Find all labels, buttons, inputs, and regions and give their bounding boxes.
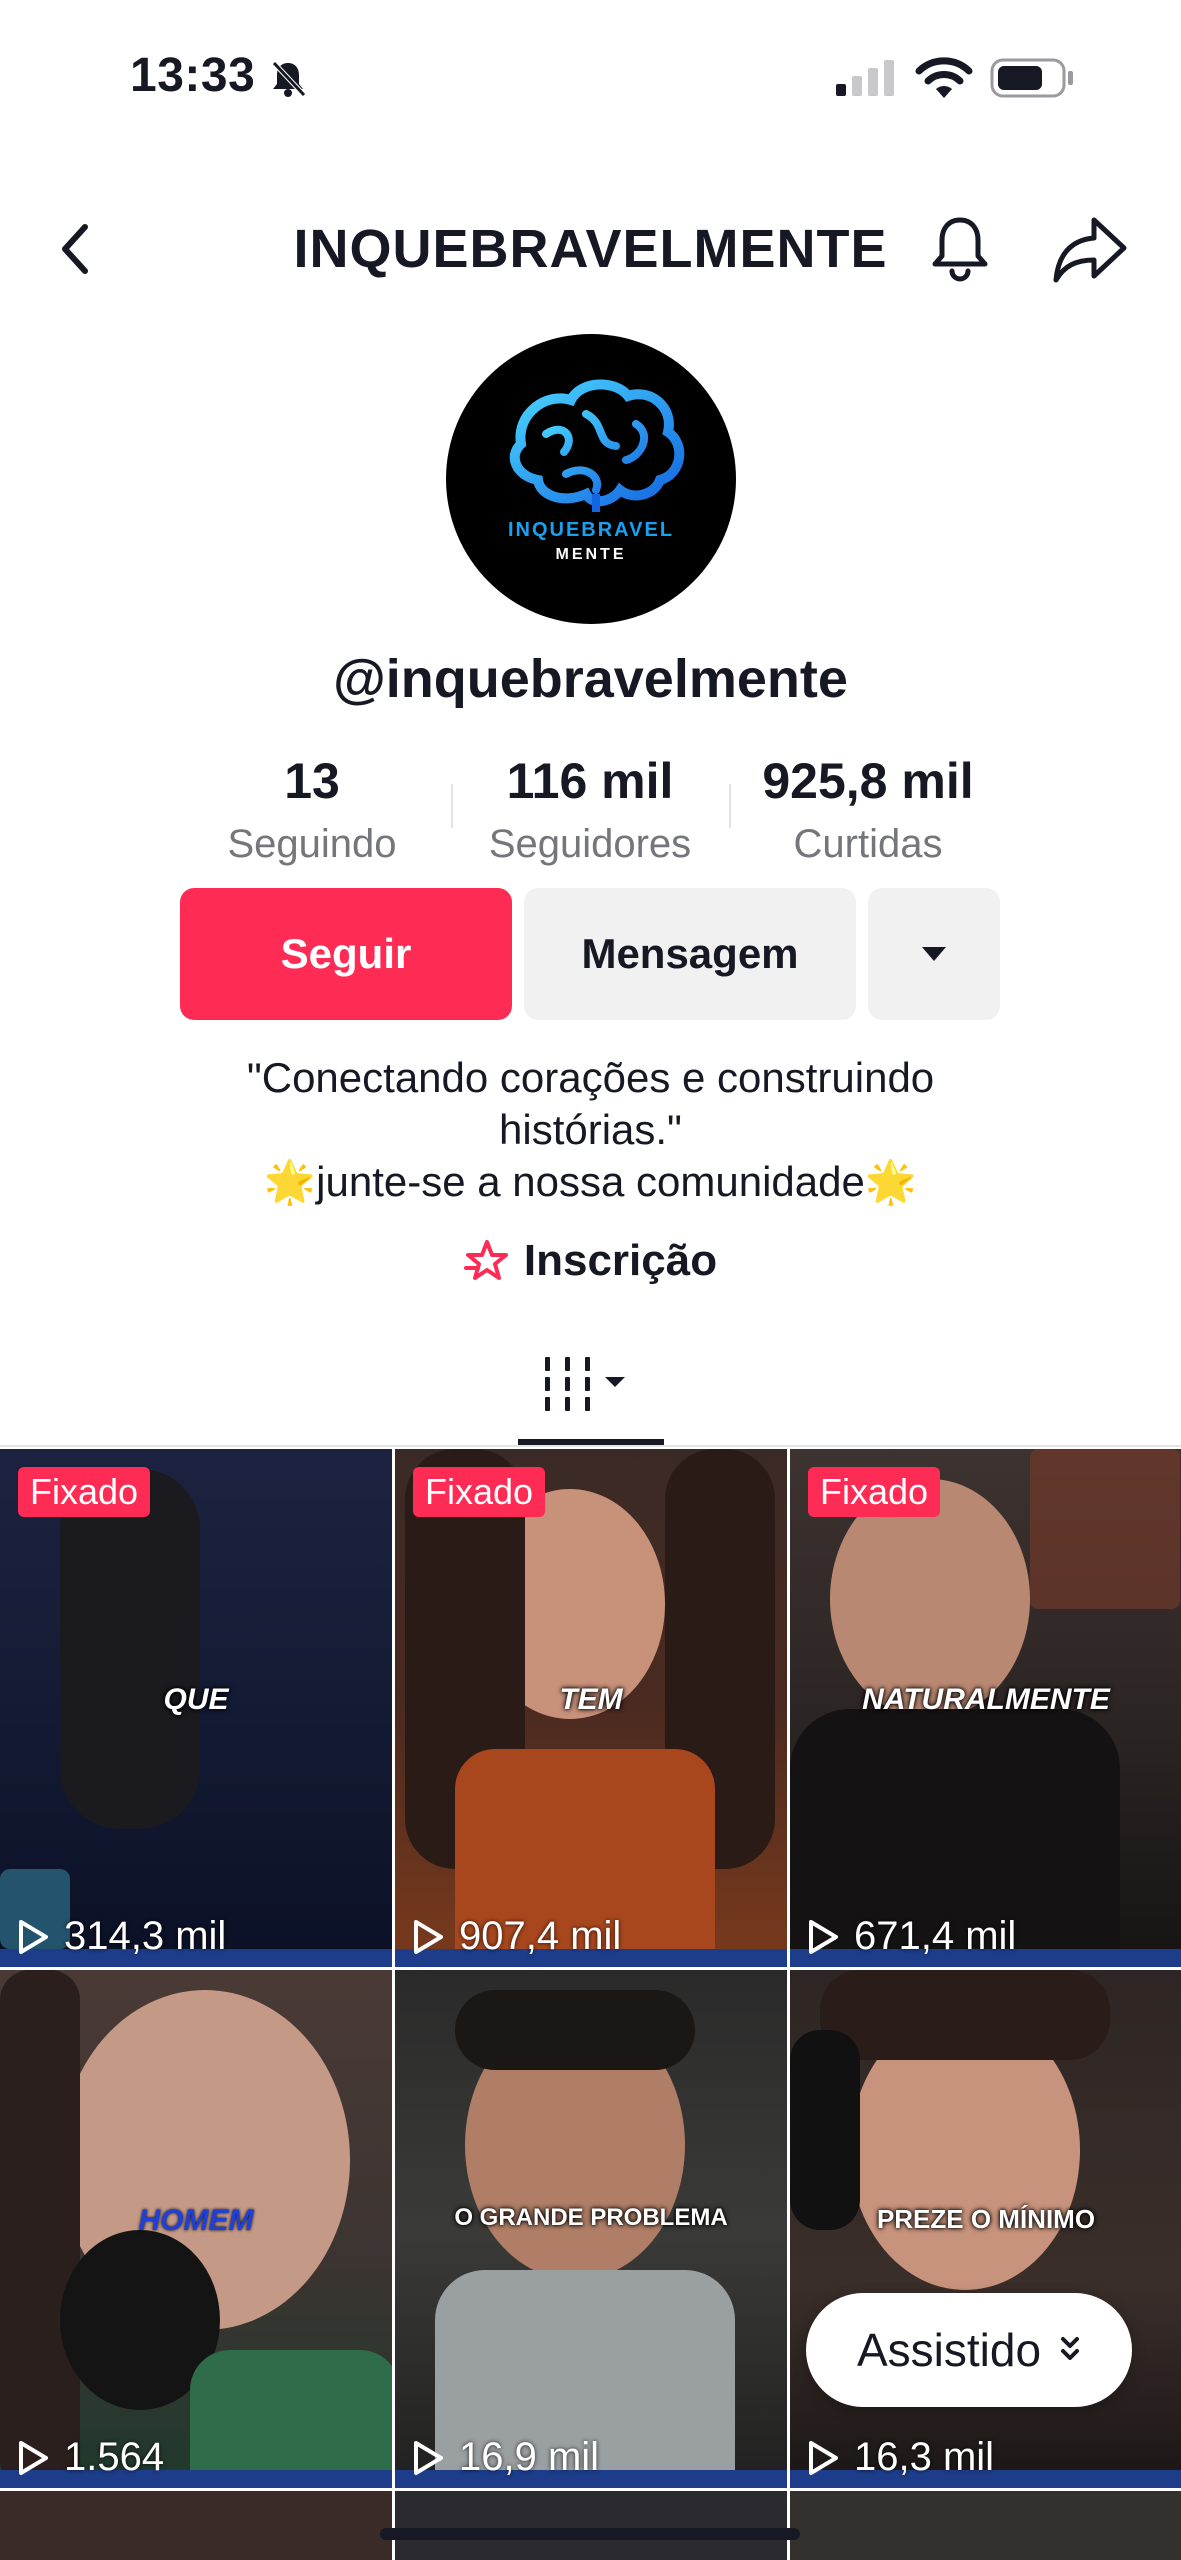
profile-stats: 13 Seguindo 116 mil Seguidores 925,8 mil…	[0, 752, 1181, 872]
stat-followers[interactable]: 116 mil Seguidores	[460, 752, 720, 867]
stat-following[interactable]: 13 Seguindo	[182, 752, 442, 867]
star-emoji: 🌟	[864, 1158, 918, 1205]
pinned-badge: Fixado	[808, 1467, 941, 1517]
username: @inquebravelmente	[333, 649, 848, 709]
bell-icon	[932, 217, 988, 282]
stat-followers-value: 116 mil	[506, 753, 674, 809]
view-count-value: 1.564	[64, 2435, 165, 2479]
subscription-star-icon	[463, 1240, 508, 1280]
video-caption: HOMEM	[138, 2204, 254, 2237]
video-thumbnail[interactable]	[0, 2491, 392, 2560]
wifi-icon	[914, 56, 974, 105]
view-count: 671,4 mil	[806, 1914, 1016, 1959]
message-button[interactable]: Mensagem	[524, 888, 856, 1020]
tab-videos-grid[interactable]	[518, 1355, 664, 1445]
video-thumbnail[interactable]: O GRANDE PROBLEMA 16,9 mil	[395, 1970, 787, 2488]
page-title: INQUEBRAVELMENTE	[293, 219, 888, 279]
suggested-accounts-button[interactable]	[868, 888, 1000, 1020]
thumbnail-hair	[820, 1970, 1110, 2060]
stat-likes[interactable]: 925,8 mil Curtidas	[738, 752, 998, 867]
stat-divider	[451, 784, 453, 828]
status-bar: 13:33	[0, 0, 1181, 160]
watched-label: Assistido	[856, 2324, 1042, 2376]
video-caption: PREZE O MÍNIMO	[876, 2204, 1096, 2234]
thumbnail-decor	[1030, 1449, 1180, 1609]
follow-button[interactable]: Seguir	[180, 888, 512, 1020]
view-count-value: 907,4 mil	[459, 1914, 622, 1958]
caret-down-icon	[922, 947, 946, 961]
video-caption: O GRANDE PROBLEMA	[454, 2204, 728, 2231]
notification-bell-button[interactable]	[920, 208, 1000, 293]
play-icon	[414, 2440, 443, 2475]
subscription-link[interactable]: Inscrição	[0, 1236, 1181, 1286]
bio-line: histórias."	[499, 1106, 682, 1153]
video-thumbnail[interactable]: Fixado QUE 314,3 mil	[0, 1449, 392, 1967]
bio-line: 🌟junte-se a nossa comunidade🌟	[0, 1156, 1181, 1208]
thumbnail-figure	[60, 1469, 200, 1829]
view-count: 314,3 mil	[16, 1914, 226, 1959]
view-count-value: 314,3 mil	[64, 1914, 227, 1958]
share-button[interactable]	[1050, 212, 1130, 293]
avatar-text-line1: INQUEBRAVEL	[507, 519, 675, 541]
avatar-text-line2: MENTE	[555, 546, 627, 563]
stat-divider	[729, 784, 731, 828]
stat-following-value: 13	[284, 753, 340, 809]
cellular-signal-icon	[836, 60, 900, 101]
tabs-divider	[0, 1445, 1181, 1447]
thumbnail-hair	[455, 1990, 695, 2070]
video-caption: TEM	[559, 1683, 623, 1716]
pinned-badge: Fixado	[18, 1467, 151, 1517]
view-count: 16,9 mil	[411, 2435, 599, 2480]
stat-followers-label: Seguidores	[488, 822, 692, 866]
watched-filter-button[interactable]: Assistido	[806, 2293, 1132, 2407]
play-icon	[414, 1919, 443, 1954]
video-caption: QUE	[163, 1683, 229, 1716]
play-icon	[19, 1919, 48, 1954]
view-count: 16,3 mil	[806, 2435, 994, 2480]
grid-icon	[545, 1357, 625, 1411]
play-icon	[809, 2440, 838, 2475]
star-emoji: 🌟	[263, 1158, 317, 1205]
view-count-value: 671,4 mil	[854, 1914, 1017, 1958]
video-thumbnail[interactable]	[395, 2491, 787, 2560]
share-arrow-icon	[1053, 217, 1127, 283]
content-tabs	[0, 1335, 1181, 1445]
subscription-label: Inscrição	[523, 1236, 718, 1285]
video-caption: NATURALMENTE	[862, 1683, 1110, 1716]
video-thumbnail[interactable]: PREZE O MÍNIMO 16,3 mil	[790, 1970, 1181, 2488]
play-icon	[809, 1919, 838, 1954]
video-thumbnail[interactable]: Fixado TEM 907,4 mil	[395, 1449, 787, 1967]
double-chevron-down-icon	[1061, 2337, 1080, 2360]
stat-following-label: Seguindo	[227, 822, 397, 866]
brain-logo-icon	[509, 379, 685, 512]
profile-header: INQUEBRAVELMENTE	[0, 180, 1181, 310]
video-thumbnail[interactable]: Fixado NATURALMENTE 671,4 mil	[790, 1449, 1181, 1967]
thumbnail-shirt	[190, 2350, 392, 2488]
play-icon	[19, 2440, 48, 2475]
view-count-value: 16,3 mil	[854, 2435, 995, 2479]
video-thumbnail[interactable]	[790, 2491, 1181, 2560]
profile-bio: "Conectando corações e construindo histó…	[0, 1052, 1181, 1208]
bio-text: junte-se a nossa comunidade	[316, 1158, 865, 1205]
battery-icon	[990, 56, 1076, 105]
thumbnail-headphones	[790, 2030, 860, 2230]
status-time: 13:33	[130, 49, 256, 102]
stat-likes-value: 925,8 mil	[762, 753, 974, 809]
video-thumbnail[interactable]: HOMEM 1.564	[0, 1970, 392, 2488]
silent-mode-icon	[268, 58, 308, 103]
pinned-badge: Fixado	[413, 1467, 546, 1517]
bio-line: "Conectando corações e construindo	[246, 1054, 935, 1101]
view-count-value: 16,9 mil	[459, 2435, 600, 2479]
stat-likes-label: Curtidas	[793, 822, 943, 866]
view-count: 1.564	[16, 2435, 164, 2480]
home-indicator[interactable]	[380, 2528, 800, 2540]
view-count: 907,4 mil	[411, 1914, 621, 1959]
avatar[interactable]: INQUEBRAVEL MENTE	[446, 334, 736, 624]
